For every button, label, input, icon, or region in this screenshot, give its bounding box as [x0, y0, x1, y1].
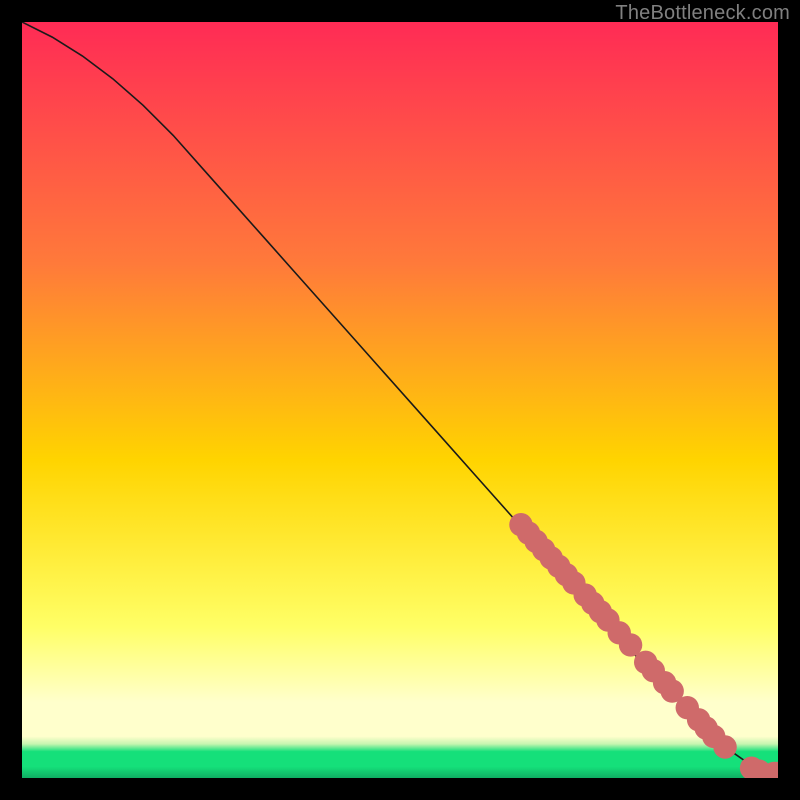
chart-frame: TheBottleneck.com — [0, 0, 800, 800]
data-point — [713, 735, 736, 758]
bottleneck-chart — [22, 22, 778, 778]
gradient-background — [22, 22, 778, 778]
